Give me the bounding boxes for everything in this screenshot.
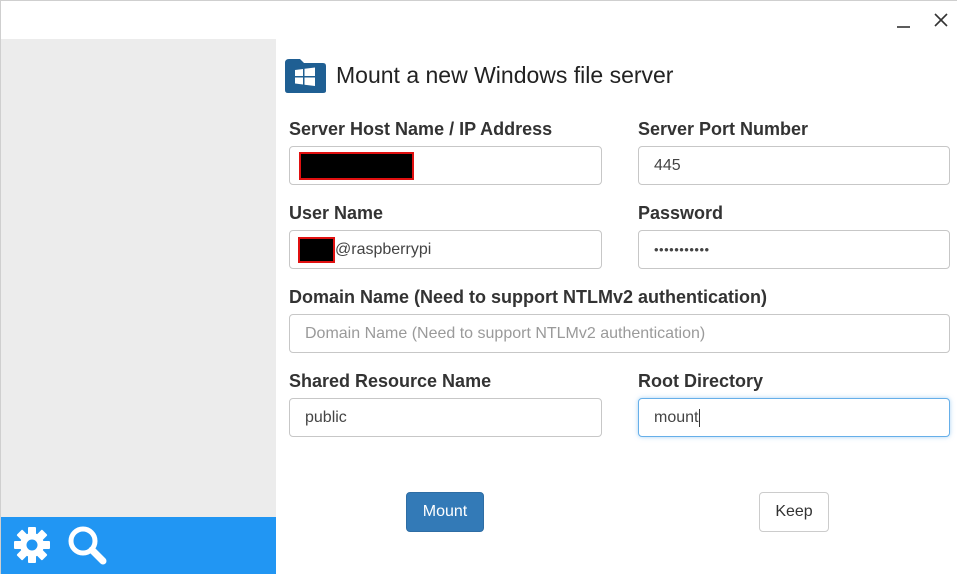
domain-name-placeholder: Domain Name (Need to support NTLMv2 auth… xyxy=(305,324,706,342)
settings-button[interactable] xyxy=(10,523,54,567)
root-directory-label: Root Directory xyxy=(638,371,764,391)
shared-resource-value: public xyxy=(305,408,347,426)
page-title: Mount a new Windows file server xyxy=(336,61,674,88)
shared-resource-input[interactable]: public xyxy=(289,398,602,437)
user-name-label: User Name xyxy=(289,203,384,223)
search-button[interactable] xyxy=(65,523,109,567)
close-icon xyxy=(934,13,948,27)
domain-name-input[interactable]: Domain Name (Need to support NTLMv2 auth… xyxy=(289,314,950,353)
minimize-button[interactable] xyxy=(891,7,917,33)
main-panel: Mount a new Windows file server Server H… xyxy=(276,39,957,574)
redacted-host xyxy=(299,151,414,180)
close-button[interactable] xyxy=(928,7,954,33)
mount-button[interactable]: Mount xyxy=(406,492,484,532)
keep-button[interactable]: Keep xyxy=(759,492,829,532)
root-directory-input[interactable]: mount xyxy=(638,398,950,437)
server-port-value: 445 xyxy=(654,156,681,174)
minimize-icon xyxy=(897,26,910,28)
user-name-suffix: @raspberrypi xyxy=(335,240,432,258)
title-bar xyxy=(1,1,957,39)
app-window: Mount a new Windows file server Server H… xyxy=(0,0,957,574)
password-input[interactable]: ••••••••••• xyxy=(638,230,950,269)
root-directory-value: mount xyxy=(654,408,699,426)
password-value: ••••••••••• xyxy=(654,242,710,257)
server-port-input[interactable]: 445 xyxy=(638,146,950,185)
windows-folder-icon xyxy=(285,58,326,93)
search-icon xyxy=(68,526,107,565)
shared-resource-label: Shared Resource Name xyxy=(289,371,492,391)
sidebar xyxy=(1,39,276,574)
server-port-label: Server Port Number xyxy=(638,119,809,139)
user-name-input[interactable]: @raspberrypi xyxy=(289,230,602,269)
domain-name-label: Domain Name (Need to support NTLMv2 auth… xyxy=(289,287,768,307)
form-header: Mount a new Windows file server xyxy=(283,55,673,95)
sidebar-toolbar xyxy=(1,517,276,574)
text-caret xyxy=(699,408,701,427)
server-host-input[interactable] xyxy=(289,146,602,185)
server-host-label: Server Host Name / IP Address xyxy=(289,119,553,139)
password-label: Password xyxy=(638,203,724,223)
redacted-user xyxy=(298,236,335,263)
gear-icon xyxy=(14,527,50,563)
